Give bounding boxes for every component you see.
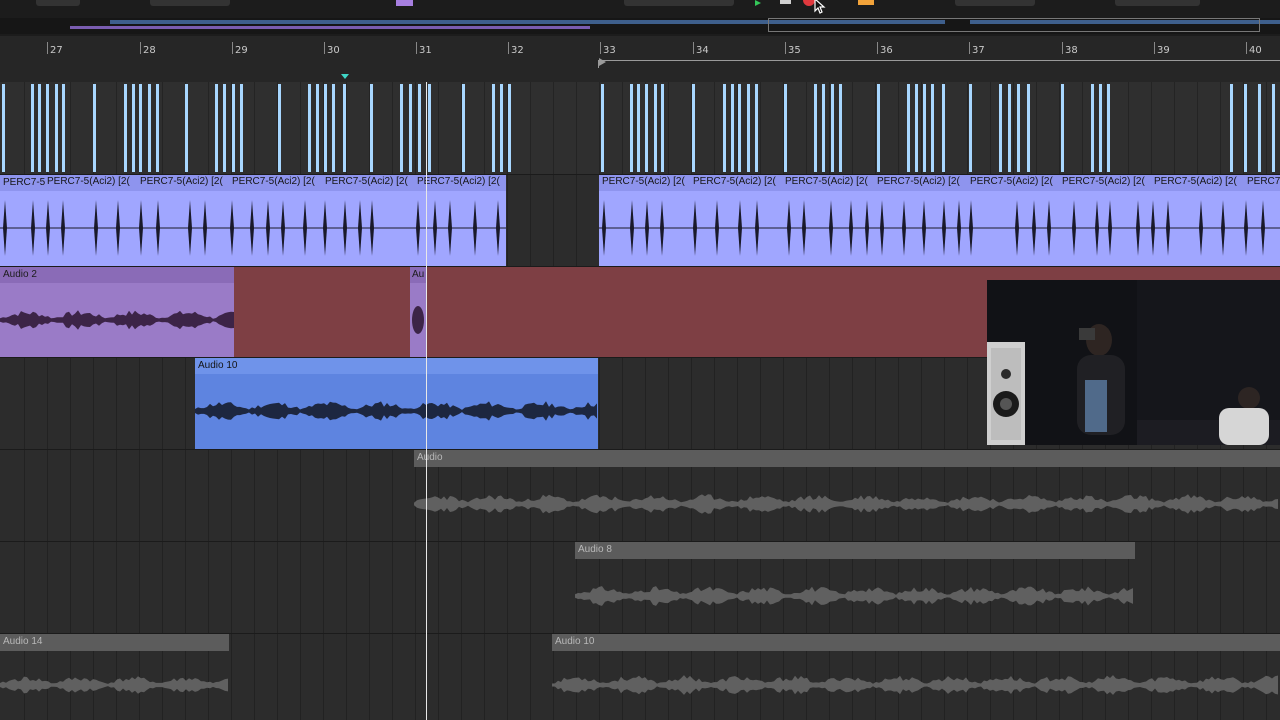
clip-name: PERC7-5(Aci2) [2( bbox=[1154, 176, 1237, 187]
midi-note-lane bbox=[2, 84, 1275, 172]
settings-field[interactable] bbox=[955, 0, 1035, 6]
audio-2b-clip[interactable]: Au bbox=[410, 267, 426, 357]
clip-waveform bbox=[0, 200, 506, 256]
track-midi-notes[interactable] bbox=[0, 82, 1280, 175]
bar-number: 28 bbox=[143, 45, 156, 56]
clip-waveform bbox=[599, 200, 1280, 256]
webcam-image bbox=[987, 280, 1280, 445]
clip-name: PERC7-5(Aci2) [2( bbox=[877, 176, 960, 187]
bar-number: 38 bbox=[1065, 45, 1078, 56]
track-audio-8[interactable]: Audio 8 bbox=[0, 542, 1280, 634]
bar-number: 29 bbox=[235, 45, 248, 56]
bar-number: 37 bbox=[972, 45, 985, 56]
clip-name: Au bbox=[410, 267, 426, 283]
clip-name: Audio 14 bbox=[0, 634, 229, 651]
bar-number: 33 bbox=[603, 45, 616, 56]
play-icon[interactable] bbox=[755, 0, 761, 6]
loop-brace[interactable] bbox=[598, 60, 1280, 68]
track-perc[interactable]: PERC7-5 PERC7-5(Aci2) [2( PERC7-5(Aci2) … bbox=[0, 175, 1280, 267]
stop-icon[interactable] bbox=[780, 0, 791, 4]
bar-number: 31 bbox=[419, 45, 432, 56]
clip-waveform bbox=[0, 310, 234, 330]
track-audio[interactable]: Audio bbox=[0, 450, 1280, 542]
perc-clip-2[interactable]: PERC7-5(Aci2) [2( PERC7-5(Aci2) [2( PERC… bbox=[599, 175, 1280, 266]
clip-name: PERC7-5 bbox=[3, 177, 46, 188]
audio-2-clip[interactable]: Audio 2 bbox=[0, 267, 234, 357]
clip-name: PERC7-5(Aci2) [2( bbox=[47, 176, 130, 187]
cue-marker-icon[interactable] bbox=[341, 74, 349, 79]
clip-name: Audio 8 bbox=[575, 542, 1135, 559]
clip-name: PERC7-5(Aci2) [2( bbox=[140, 176, 223, 187]
bar-number: 40 bbox=[1249, 45, 1262, 56]
clip-color-swatch[interactable] bbox=[396, 0, 413, 6]
clip-name: Audio 2 bbox=[0, 267, 234, 283]
bar-number: 34 bbox=[696, 45, 709, 56]
bar-number: 35 bbox=[788, 45, 801, 56]
clip-waveform bbox=[195, 401, 597, 421]
mouse-cursor-icon bbox=[814, 0, 826, 14]
clip-name: PERC7-5(Aci2) [2( bbox=[325, 176, 408, 187]
clip-waveform bbox=[412, 306, 424, 334]
clip-name: PERC7-5(Aci2) [2( bbox=[1062, 176, 1145, 187]
clip-waveform bbox=[0, 676, 228, 694]
bar-number: 32 bbox=[511, 45, 524, 56]
bar-number: 30 bbox=[327, 45, 340, 56]
playhead-line[interactable] bbox=[426, 82, 427, 720]
clip-waveform bbox=[552, 675, 1278, 695]
clip-waveform bbox=[414, 494, 1278, 514]
clip-name: PERC7-5(Aci2) [2( bbox=[232, 176, 315, 187]
audio-10b-clip[interactable]: Audio 10 bbox=[552, 634, 1280, 720]
clip-name: PERC7-5(Aci2) [2( bbox=[693, 176, 776, 187]
clip-name: Audio 10 bbox=[195, 358, 598, 374]
clip-name: PERC7-5(Aci2) [2( bbox=[970, 176, 1053, 187]
bar-number: 27 bbox=[50, 45, 63, 56]
loop-start-marker-icon[interactable] bbox=[599, 58, 606, 66]
perc-clip-1[interactable]: PERC7-5 PERC7-5(Aci2) [2( PERC7-5(Aci2) … bbox=[0, 175, 506, 266]
clip-name: PERC7-5(Aci2) [2( bbox=[602, 176, 685, 187]
beat-time-ruler[interactable]: 27 28 29 30 31 32 33 34 35 36 37 38 39 4… bbox=[0, 36, 1280, 83]
bar-number: 36 bbox=[880, 45, 893, 56]
arrangement-record-arm-icon[interactable] bbox=[858, 0, 874, 5]
clip-name: PERC7-5(Aci2) [2( bbox=[1247, 176, 1280, 187]
bar-number: 39 bbox=[1157, 45, 1170, 56]
overview-strip-lower bbox=[70, 26, 590, 29]
clip-waveform bbox=[575, 586, 1133, 606]
overview-visible-range[interactable] bbox=[768, 18, 1260, 32]
webcam-overlay bbox=[987, 280, 1280, 445]
loop-region-field[interactable] bbox=[624, 0, 734, 6]
arrangement-overview[interactable] bbox=[0, 18, 1280, 34]
cpu-meter bbox=[1115, 0, 1200, 6]
tempo-field[interactable] bbox=[150, 0, 230, 6]
track-audio-14[interactable]: Audio 14 Audio 10 bbox=[0, 634, 1280, 720]
audio-14-clip[interactable]: Audio 14 bbox=[0, 634, 229, 720]
clip-name: Audio bbox=[414, 450, 1280, 467]
audio-10-clip[interactable]: Audio 10 bbox=[195, 358, 598, 449]
clip-name: Audio 10 bbox=[552, 634, 1280, 651]
clip-name: PERC7-5(Aci2) [2( bbox=[417, 176, 500, 187]
audio-clip[interactable]: Audio bbox=[414, 450, 1280, 541]
project-menu-button[interactable] bbox=[36, 0, 80, 6]
audio-8-clip[interactable]: Audio 8 bbox=[575, 542, 1135, 633]
clip-name: PERC7-5(Aci2) [2( bbox=[785, 176, 868, 187]
